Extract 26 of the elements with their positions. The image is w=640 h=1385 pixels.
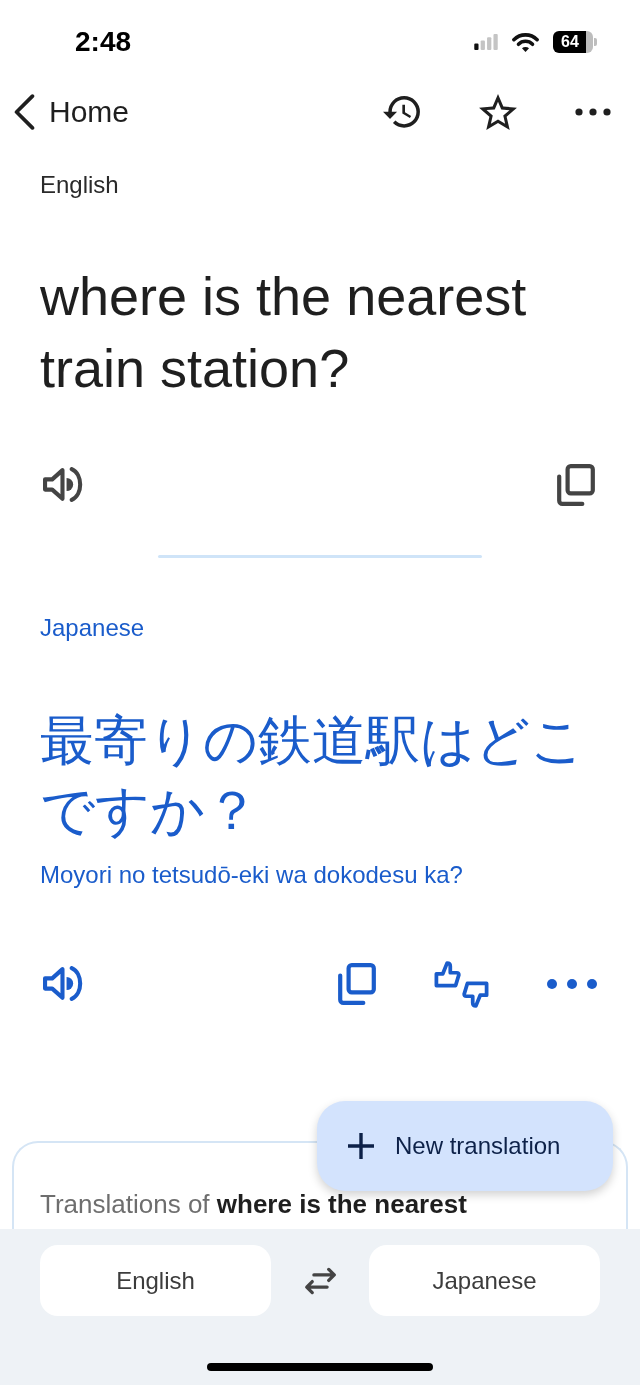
more-icon[interactable] [547,979,597,989]
more-icon[interactable] [575,108,611,116]
star-icon[interactable] [479,94,517,130]
signal-icon [474,34,498,50]
source-language-label: English [39,170,120,200]
target-language-label: Japanese [39,613,146,643]
plus-icon [347,1132,375,1160]
history-icon[interactable] [383,95,421,129]
translated-text: 最寄りの鉄道駅はどこですか？ [39,708,586,844]
battery-indicator: 64 [553,31,597,53]
chevron-left-icon [14,94,35,130]
swap-icon[interactable] [303,1266,337,1295]
source-language-button[interactable]: English [40,1245,271,1316]
new-translation-button[interactable]: New translation [317,1101,613,1191]
speaker-icon[interactable] [43,467,83,503]
target-language-button[interactable]: Japanese [369,1245,600,1316]
source-text: where is the nearest train station? [39,265,528,400]
status-time: 2:48 [75,26,132,58]
romanization-text: Moyori no tetsudō-eki wa dokodesu ka? [39,860,464,890]
speaker-icon[interactable] [43,966,83,1002]
copy-icon[interactable] [338,963,376,1005]
thumbs-up-down-icon[interactable] [434,960,489,1008]
back-button[interactable]: Home [14,94,130,130]
wifi-icon [512,32,539,52]
copy-icon[interactable] [557,464,595,506]
translations-heading: Translations of where is the nearest [40,1189,467,1219]
